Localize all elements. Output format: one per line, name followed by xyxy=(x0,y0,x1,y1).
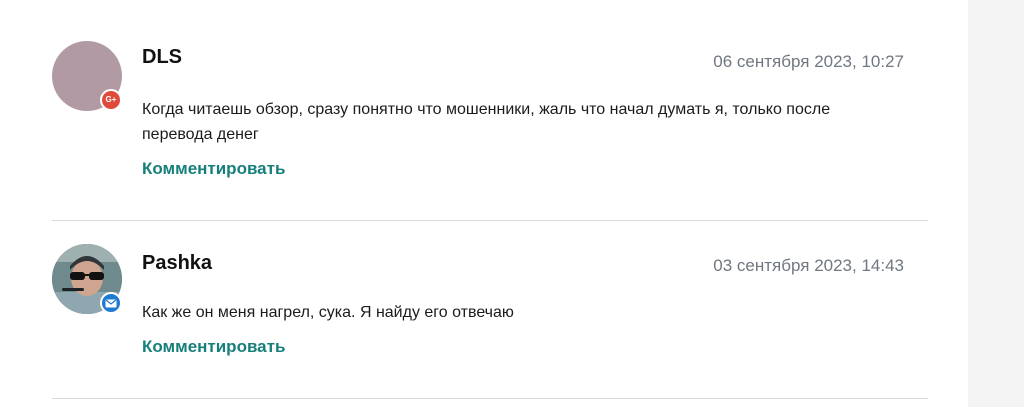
comment-item: G+ DLS 06 сентября 2023, 10:27 Когда чит… xyxy=(52,0,928,220)
comment-date: 03 сентября 2023, 14:43 xyxy=(713,256,904,275)
google-plus-icon: G+ xyxy=(100,89,122,111)
comment-divider xyxy=(52,398,928,399)
comment-text: Когда читаешь обзор, сразу понятно что м… xyxy=(142,101,831,143)
mail-icon-glyph xyxy=(105,299,117,307)
reply-link[interactable]: Комментировать xyxy=(142,159,285,179)
reply-link[interactable]: Комментировать xyxy=(142,337,285,357)
comment-author: Pashka xyxy=(142,252,213,274)
comment-date: 06 сентября 2023, 10:27 xyxy=(713,52,904,71)
comment-author: DLS xyxy=(142,46,182,68)
comment-text: Как же он меня нагрел, сука. Я найду его… xyxy=(142,304,514,321)
comment-item: Pashka 03 сентября 2023, 14:43 Как же он… xyxy=(52,221,928,399)
comments-panel: G+ DLS 06 сентября 2023, 10:27 Когда чит… xyxy=(0,0,968,407)
mail-icon xyxy=(100,292,122,314)
